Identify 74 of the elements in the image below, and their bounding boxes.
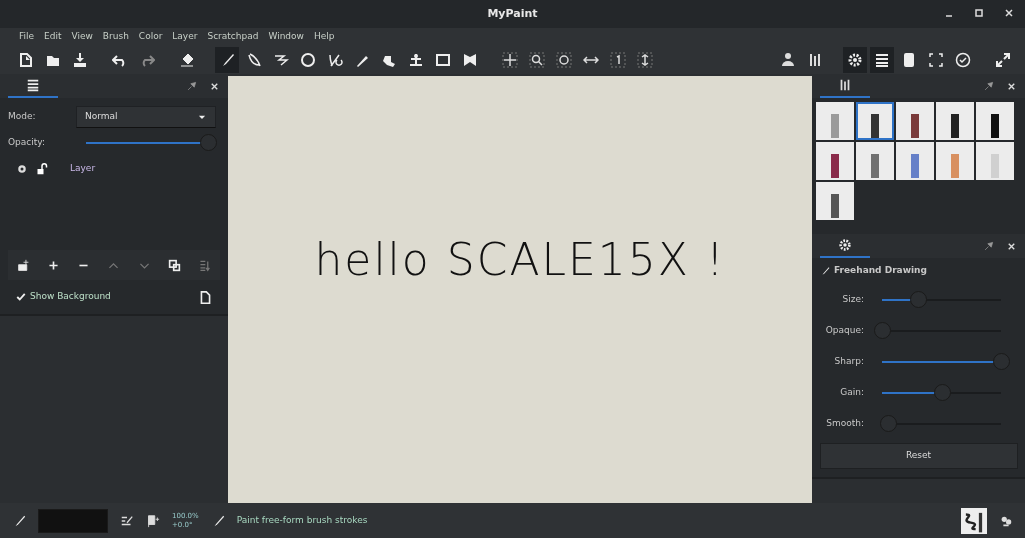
slider-thumb[interactable] <box>993 352 1010 370</box>
scratchpad-icon[interactable] <box>901 51 917 68</box>
slider-label: Opaque: <box>824 323 864 337</box>
new-document-icon[interactable] <box>18 51 34 68</box>
menu-item[interactable]: Edit <box>39 29 67 44</box>
checkbox-label[interactable]: Show Background <box>30 290 111 304</box>
move-icon[interactable] <box>502 51 518 68</box>
brush-preset[interactable] <box>856 102 894 140</box>
clock-icon[interactable] <box>955 51 971 68</box>
anchor-icon[interactable] <box>408 51 424 68</box>
brushes-icon[interactable] <box>807 51 823 68</box>
menu-item[interactable]: Color <box>133 29 168 44</box>
rotate-icon[interactable] <box>556 51 572 68</box>
menu-item[interactable]: View <box>66 29 98 44</box>
pin-icon[interactable] <box>186 80 197 92</box>
slider-thumb[interactable] <box>909 290 927 308</box>
frame-icon[interactable] <box>435 51 451 68</box>
brush-preset-icon[interactable] <box>961 507 987 534</box>
slider-label: Size: <box>841 292 864 306</box>
brush-preset[interactable] <box>976 102 1014 140</box>
eye-icon[interactable] <box>16 162 28 175</box>
layer-name[interactable]: Layer <box>70 162 96 176</box>
checkbox[interactable] <box>16 292 26 302</box>
brushes-icon[interactable] <box>838 78 852 92</box>
document-icon[interactable] <box>199 290 212 304</box>
status-message: Paint free-form brush strokes <box>236 513 368 527</box>
duplicate-icon[interactable] <box>168 258 182 272</box>
merge-icon[interactable] <box>198 258 212 272</box>
slider-label: Sharp: <box>833 354 864 368</box>
layers-icon[interactable] <box>26 78 40 92</box>
color-swatch[interactable] <box>38 508 108 533</box>
brush-preset[interactable] <box>896 102 934 140</box>
slider-thumb[interactable] <box>200 134 217 151</box>
brush-preset[interactable] <box>816 142 854 180</box>
menu-item[interactable]: Window <box>263 29 309 44</box>
reset-button[interactable]: Reset <box>819 443 1018 469</box>
menu-item[interactable]: Brush <box>97 29 134 44</box>
layers-icon[interactable] <box>874 51 890 68</box>
flag-icon[interactable] <box>146 513 160 528</box>
slider-label: Smooth: <box>825 416 864 430</box>
opacity-label: Opacity: <box>8 136 46 150</box>
add-layer-icon[interactable] <box>16 258 30 272</box>
brush-icon <box>820 266 830 276</box>
window-title: MyPaint <box>487 5 538 22</box>
eraser-icon[interactable] <box>179 51 195 68</box>
unlocked-icon[interactable] <box>36 162 48 175</box>
menu-item[interactable]: Scratchpad <box>202 29 264 44</box>
brush-preset[interactable] <box>936 102 974 140</box>
plus-icon[interactable] <box>46 258 60 272</box>
expand-icon[interactable] <box>995 51 1011 68</box>
zoom-icon[interactable] <box>529 51 545 68</box>
actual-size-icon[interactable] <box>610 51 626 68</box>
curve-icon[interactable] <box>246 51 262 68</box>
slider-label: Gain: <box>839 385 864 399</box>
mode-label: Mode: <box>8 110 37 124</box>
pin-icon[interactable] <box>983 240 994 252</box>
circle-icon[interactable] <box>300 51 316 68</box>
fit-icon[interactable] <box>637 51 653 68</box>
butterfly-icon[interactable] <box>462 51 478 68</box>
fullscreen-icon[interactable] <box>928 51 944 68</box>
tool-options-title: Freehand Drawing <box>834 264 927 278</box>
brush-preset[interactable] <box>816 182 854 220</box>
handwritten-text: hello SCALE15X ! <box>314 232 726 287</box>
edit-icon[interactable] <box>120 513 134 528</box>
menu-item[interactable]: Help <box>308 29 340 44</box>
menu-item[interactable]: File <box>14 29 40 44</box>
settings-icon[interactable] <box>838 238 852 252</box>
save-icon[interactable] <box>72 51 88 68</box>
mode-dropdown[interactable]: Normal <box>76 106 216 128</box>
settings-icon[interactable] <box>847 51 863 68</box>
pin-icon[interactable] <box>983 80 994 92</box>
menu-item[interactable]: Layer <box>167 29 203 44</box>
slider-thumb[interactable] <box>933 383 951 401</box>
person-icon[interactable] <box>780 51 796 68</box>
